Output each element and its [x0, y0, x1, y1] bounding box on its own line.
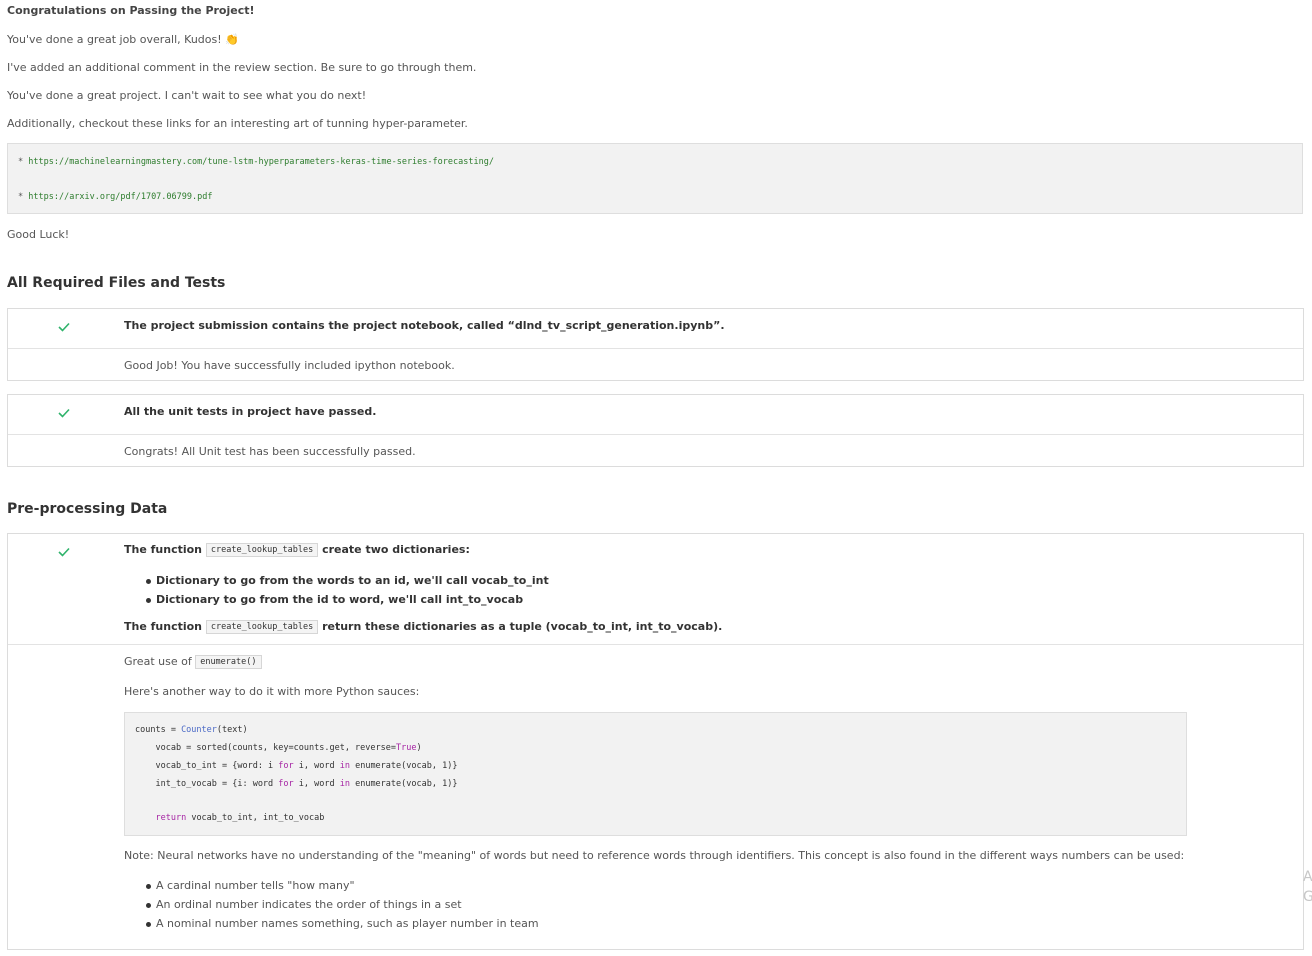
kudos-text: You've done a great job overall, Kudos! — [7, 33, 222, 46]
list-item: A cardinal number tells "how many" — [144, 876, 539, 895]
review-another-way: Here's another way to do it with more Py… — [124, 685, 420, 698]
links-code-box: * https://machinelearningmastery.com/tun… — [7, 143, 1303, 214]
code-line: int_to_vocab = {i: word for i, word in e… — [135, 779, 458, 789]
list-item: Dictionary to go from the id to word, we… — [144, 590, 549, 609]
link-item[interactable]: * https://arxiv.org/pdf/1707.06799.pdf — [18, 192, 212, 202]
card-divider — [8, 348, 1303, 349]
code-line: vocab = sorted(counts, key=counts.get, r… — [135, 743, 422, 753]
card-divider — [8, 434, 1303, 435]
section-title-files-tests: All Required Files and Tests — [7, 275, 226, 291]
criterion-bullets: Dictionary to go from the words to an id… — [144, 571, 549, 609]
link-url[interactable]: https://arxiv.org/pdf/1707.06799.pdf — [28, 192, 212, 202]
list-item: An ordinal number indicates the order of… — [144, 895, 539, 914]
inline-code: enumerate() — [195, 655, 262, 669]
criterion-text: The project submission contains the proj… — [124, 319, 725, 332]
intro-line-comment: I've added an additional comment in the … — [7, 61, 477, 74]
check-icon — [58, 322, 70, 332]
note-bullets: A cardinal number tells "how many" An or… — [144, 876, 539, 933]
inline-code: create_lookup_tables — [205, 620, 319, 634]
link-item[interactable]: * https://machinelearningmastery.com/tun… — [18, 157, 494, 167]
criterion-line-2: The function create_lookup_tables return… — [124, 620, 723, 634]
intro-line-great-project: You've done a great project. I can't wai… — [7, 89, 367, 102]
criterion-line-1: The function create_lookup_tables create… — [124, 543, 470, 557]
review-comment: Congrats! All Unit test has been success… — [124, 445, 416, 458]
inline-code: create_lookup_tables — [205, 543, 319, 557]
review-note: Note: Neural networks have no understand… — [124, 849, 1185, 862]
clipped-edge-text: A G — [1303, 869, 1312, 905]
review-comment: Good Job! You have successfully included… — [124, 359, 455, 372]
criterion-card: All the unit tests in project have passe… — [7, 394, 1304, 467]
criterion-text: All the unit tests in project have passe… — [124, 405, 377, 418]
criterion-card: The project submission contains the proj… — [7, 308, 1304, 381]
intro-title: Congratulations on Passing the Project! — [7, 4, 255, 17]
code-line: return vocab_to_int, int_to_vocab — [155, 813, 325, 823]
good-luck-text: Good Luck! — [7, 228, 70, 241]
review-great-use: Great use of enumerate() — [124, 655, 262, 669]
code-block: counts = Counter(text) vocab = sorted(co… — [124, 712, 1187, 836]
card-divider — [8, 644, 1303, 645]
list-item: Dictionary to go from the words to an id… — [144, 571, 549, 590]
clap-emoji-icon: 👏 — [225, 33, 239, 46]
link-url[interactable]: https://machinelearningmastery.com/tune-… — [28, 157, 494, 167]
check-icon — [58, 547, 70, 557]
criterion-card: The function create_lookup_tables create… — [7, 533, 1304, 950]
intro-line-links: Additionally, checkout these links for a… — [7, 117, 468, 130]
intro-line-kudos: You've done a great job overall, Kudos! … — [7, 33, 239, 46]
list-item: A nominal number names something, such a… — [144, 914, 539, 933]
check-icon — [58, 408, 70, 418]
code-line: vocab_to_int = {word: i for i, word in e… — [135, 761, 458, 771]
code-line: counts = Counter(text) — [135, 725, 248, 735]
section-title-preprocessing: Pre-processing Data — [7, 501, 168, 517]
